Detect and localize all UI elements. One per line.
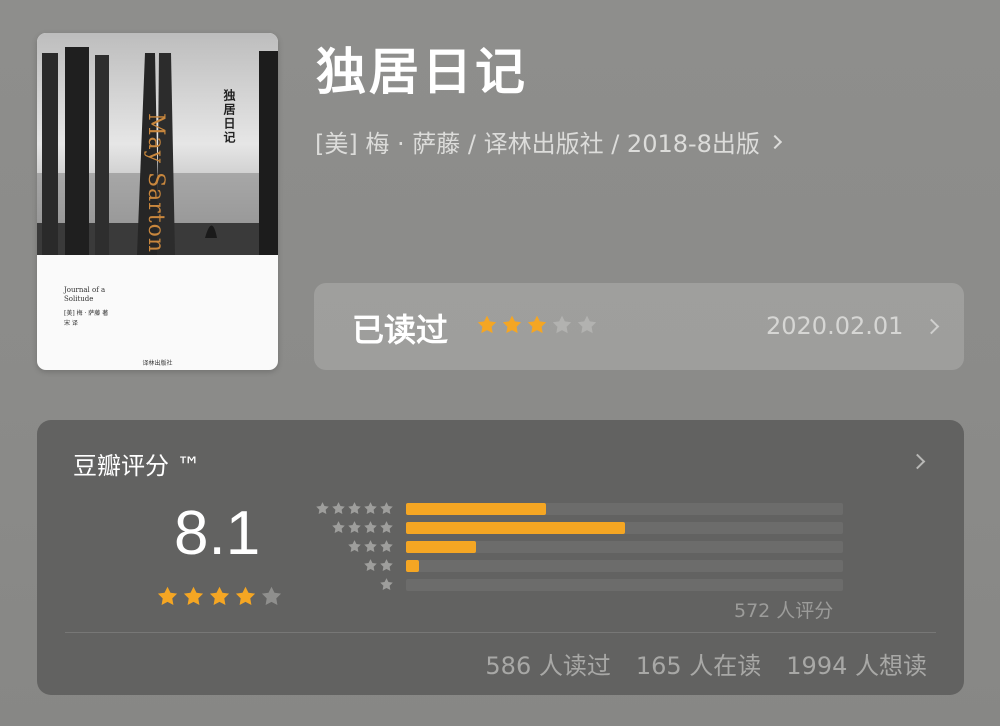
rating-bar-track — [406, 579, 843, 591]
cover-credit-line: 宋 译 — [64, 320, 78, 327]
rating-bar-fill — [406, 560, 420, 572]
rating-bar-fill — [406, 503, 546, 515]
star-icon — [182, 585, 205, 608]
star-icon — [208, 585, 231, 608]
read-status-card[interactable]: 已读过 2020.02.01 — [314, 283, 964, 370]
read-status-label: 已读过 — [352, 311, 449, 349]
my-rating-stars — [476, 314, 598, 336]
divider — [65, 632, 936, 633]
rating-bar-row — [307, 539, 847, 553]
star-icon — [234, 585, 257, 608]
rating-bar-track — [406, 522, 843, 534]
cover-publisher-text: 译林出版社 — [142, 360, 173, 367]
rating-count: 572 人评分 — [734, 600, 834, 622]
book-title: 独居日记 — [316, 43, 528, 101]
chevron-right-icon[interactable] — [909, 453, 926, 470]
star-icon — [260, 585, 283, 608]
book-meta-text: [美] 梅 · 萨藤 / 译林出版社 / 2018-8出版 — [315, 130, 760, 158]
chevron-right-icon — [923, 318, 940, 335]
cover-credits: [美] 梅 · 萨藤 著 宋 译 — [64, 309, 144, 329]
rating-bar-fill — [406, 541, 476, 553]
reader-stats: 586 人读过 165 人在读 1994 人想读 — [485, 646, 927, 681]
rating-bar-row — [307, 520, 847, 534]
bar-stars-label — [363, 558, 394, 573]
rating-bar-row — [307, 558, 847, 572]
chevron-right-icon — [767, 134, 783, 149]
bar-stars-label — [379, 577, 394, 592]
bar-stars-label — [347, 539, 394, 554]
star-icon — [363, 558, 378, 573]
star-icon — [379, 520, 394, 535]
star-icon — [551, 314, 573, 336]
average-rating-stars — [156, 585, 283, 608]
rating-score: 8.1 — [174, 499, 261, 568]
read-date: 2020.02.01 — [766, 312, 904, 340]
douban-rating-card[interactable]: 豆瓣评分 ™ 8.1 572 人评分 586 人读过 165 人在读 1994 … — [37, 420, 964, 695]
star-icon — [526, 314, 548, 336]
star-icon — [331, 520, 346, 535]
cover-credit-line: [美] 梅 · 萨藤 著 — [64, 310, 109, 317]
star-icon — [379, 539, 394, 554]
book-meta-link[interactable]: [美] 梅 · 萨藤 / 译林出版社 / 2018-8出版 — [315, 124, 783, 159]
star-icon — [363, 501, 378, 516]
star-icon — [363, 520, 378, 535]
star-icon — [363, 539, 378, 554]
rating-bar-track — [406, 541, 843, 553]
cover-subtitle-text: Journal of a Solitude — [64, 286, 106, 303]
rating-bar-track — [406, 560, 843, 572]
star-icon — [347, 501, 362, 516]
star-icon — [347, 520, 362, 535]
star-icon — [501, 314, 523, 336]
stat-read[interactable]: 586 人读过 — [485, 646, 610, 681]
rating-bar-fill — [406, 522, 625, 534]
book-cover[interactable]: May Sarton 独居日记 Journal of a Solitude [美… — [37, 33, 278, 370]
stat-want-to-read[interactable]: 1994 人想读 — [786, 646, 927, 681]
star-icon — [379, 577, 394, 592]
stat-reading[interactable]: 165 人在读 — [636, 646, 761, 681]
rating-heading: 豆瓣评分 ™ — [73, 452, 201, 480]
star-icon — [331, 501, 346, 516]
cover-title-text: 独居日记 — [222, 89, 236, 145]
star-icon — [156, 585, 179, 608]
rating-bar-row — [307, 577, 847, 591]
bar-stars-label — [331, 520, 394, 535]
rating-bar-row — [307, 501, 847, 515]
bar-stars-label — [315, 501, 394, 516]
star-icon — [476, 314, 498, 336]
star-icon — [347, 539, 362, 554]
star-icon — [379, 558, 394, 573]
star-icon — [379, 501, 394, 516]
rating-bar-track — [406, 503, 843, 515]
star-icon — [315, 501, 330, 516]
star-icon — [576, 314, 598, 336]
cover-author-text: May Sarton — [143, 113, 168, 254]
